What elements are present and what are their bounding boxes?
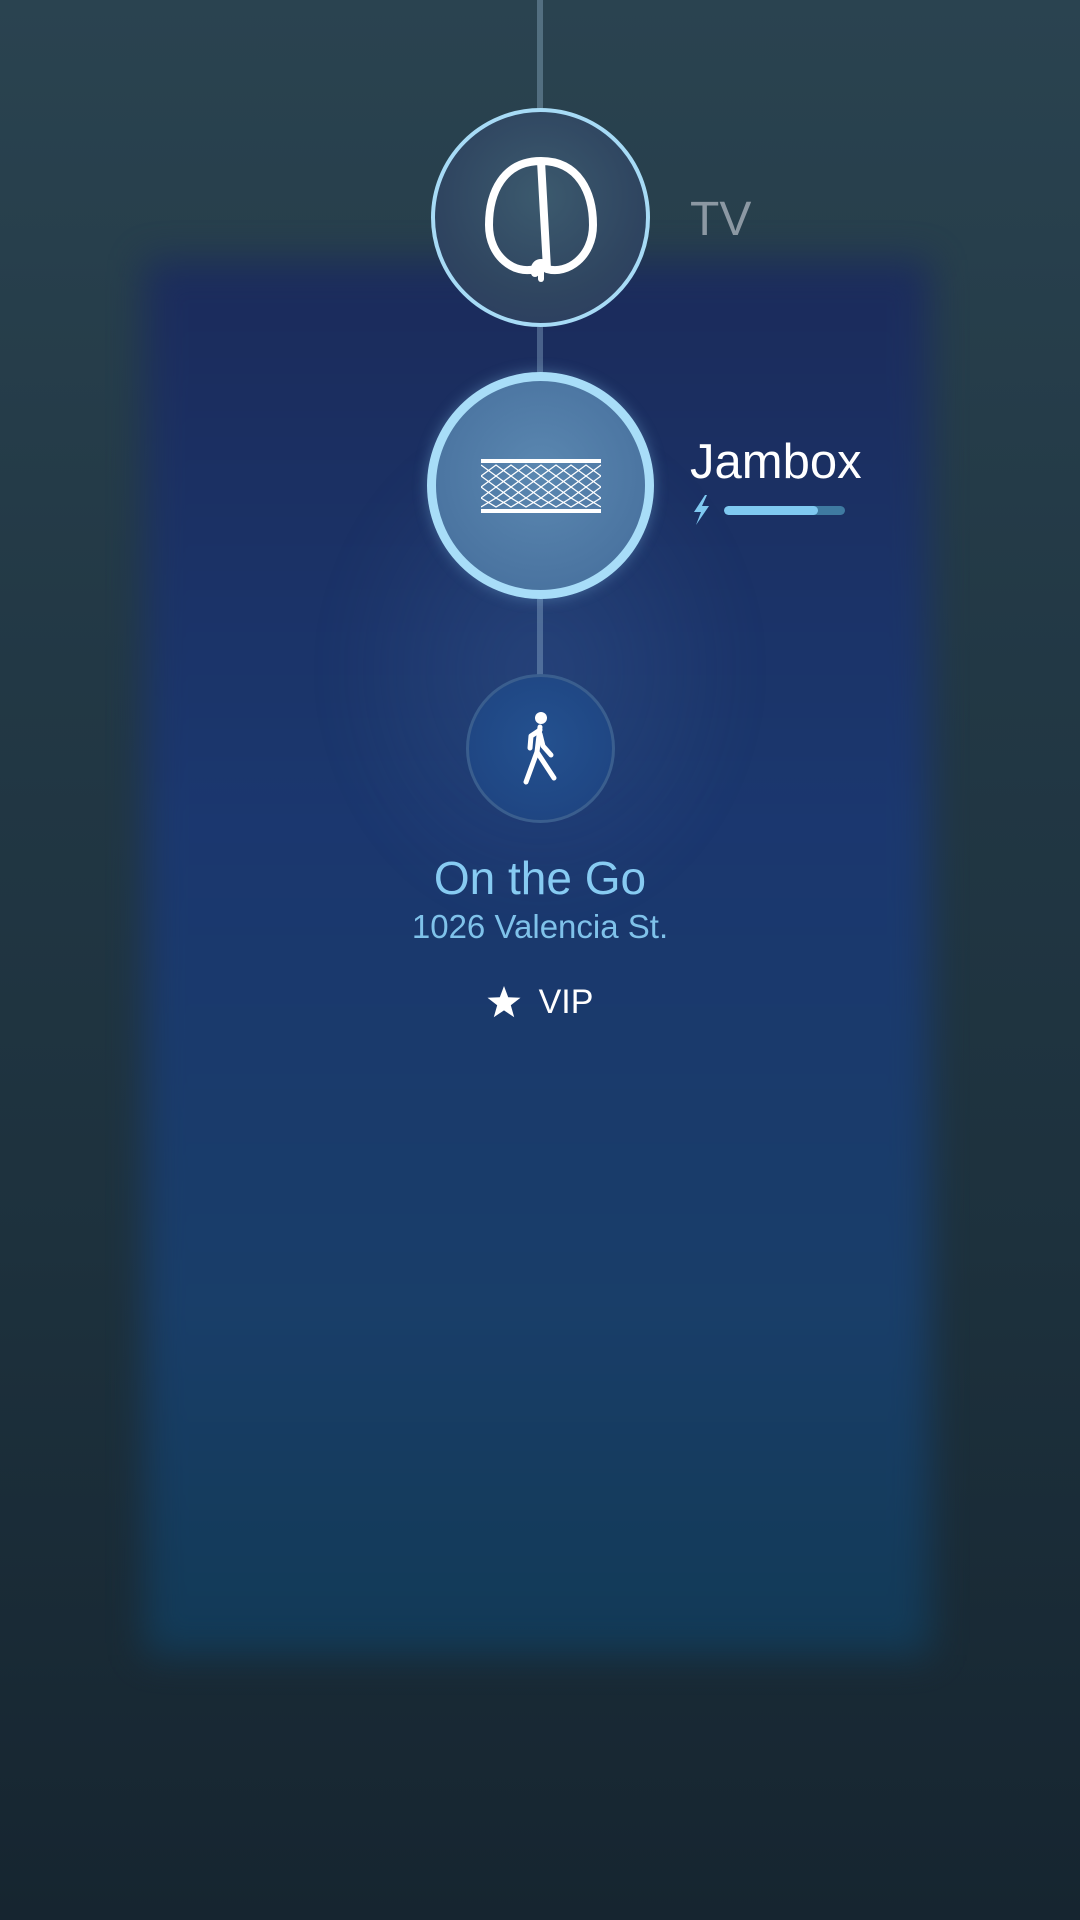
on-the-go-button[interactable] [466, 674, 615, 823]
battery-bar-track [724, 505, 845, 515]
battery-bar-fill [724, 505, 819, 515]
connector-line-top [537, 0, 543, 110]
star-icon [487, 986, 521, 1018]
speaker-grille-icon [480, 458, 601, 513]
tv-label: TV [690, 193, 752, 246]
headrest-icon [484, 156, 597, 282]
connector-line-bottom [537, 599, 543, 676]
vip-label: VIP [538, 983, 594, 1021]
tv-device-button[interactable] [431, 108, 650, 327]
jambox-label: Jambox [690, 435, 862, 489]
battery-indicator [690, 495, 845, 525]
connector-line-middle [537, 327, 543, 374]
location-title: On the Go [433, 852, 647, 904]
vip-badge[interactable]: VIP [0, 985, 1080, 1019]
walking-person-icon [523, 711, 556, 784]
charging-bolt-icon [694, 495, 709, 525]
location-address: 1026 Valencia St. [411, 908, 669, 945]
jambox-device-button[interactable] [427, 372, 654, 599]
